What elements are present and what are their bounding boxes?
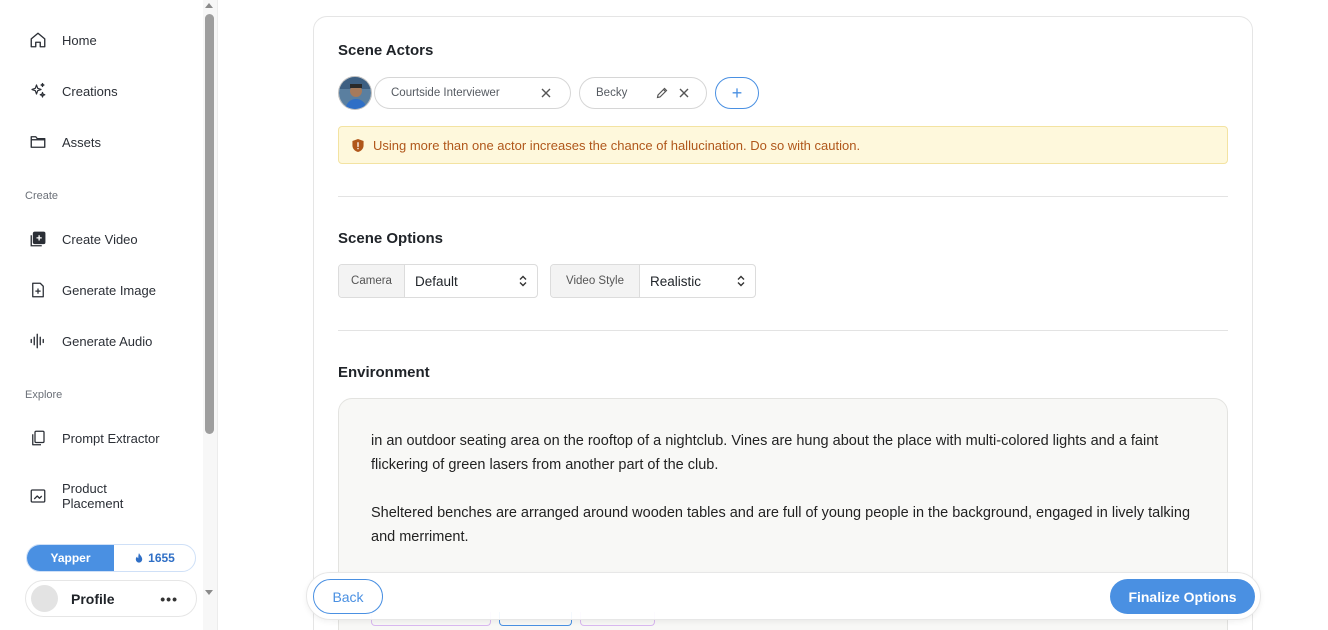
nav-product-placement-label: Product Placement xyxy=(62,481,124,511)
image-frame-icon xyxy=(28,486,48,506)
close-icon[interactable] xyxy=(538,85,554,101)
actor-chip-courtside-interviewer[interactable]: Courtside Interviewer xyxy=(374,77,571,109)
more-options-icon[interactable]: ••• xyxy=(160,591,178,607)
environment-paragraph: in an outdoor seating area on the roofto… xyxy=(371,433,1159,473)
environment-paragraph: Sheltered benches are arranged around wo… xyxy=(371,505,1191,545)
nav-create-video[interactable]: Create Video xyxy=(28,227,138,251)
scene-options-title: Scene Options xyxy=(338,230,444,247)
nav-creations-label: Creations xyxy=(62,83,118,99)
close-icon[interactable] xyxy=(676,85,692,101)
nav-creations[interactable]: Creations xyxy=(28,79,118,103)
warning-text: Using more than one actor increases the … xyxy=(373,137,861,153)
avatar xyxy=(31,585,58,612)
nav-prompt-extractor[interactable]: Prompt Extractor xyxy=(28,426,160,450)
sidebar: Home Creations Assets Create Create Vide… xyxy=(0,0,218,630)
action-bar: Back Finalize Options xyxy=(306,572,1261,620)
section-divider xyxy=(338,330,1228,331)
camera-label: Camera xyxy=(339,265,405,297)
section-explore-label: Explore xyxy=(25,389,63,401)
nav-prompt-extractor-label: Prompt Extractor xyxy=(62,430,160,446)
finalize-options-button[interactable]: Finalize Options xyxy=(1110,579,1255,614)
video-style-select[interactable]: Video Style Realistic xyxy=(550,264,756,298)
camera-value[interactable]: Default xyxy=(405,265,537,297)
scene-actors-title: Scene Actors xyxy=(338,42,434,59)
chevron-up-down-icon xyxy=(519,275,527,287)
add-video-icon xyxy=(28,229,48,249)
plan-pill[interactable]: Yapper 1655 xyxy=(26,544,196,572)
nav-assets[interactable]: Assets xyxy=(28,130,101,154)
video-style-value[interactable]: Realistic xyxy=(640,265,755,297)
video-style-value-text: Realistic xyxy=(650,273,702,289)
credits-badge: 1655 xyxy=(114,545,195,571)
copy-icon xyxy=(28,428,48,448)
credits-count: 1655 xyxy=(148,551,175,565)
scroll-up-arrow-icon[interactable] xyxy=(205,3,213,8)
actor-chip-label: Becky xyxy=(596,87,628,99)
add-actor-button[interactable]: + xyxy=(715,77,759,109)
sidebar-scroll-thumb[interactable] xyxy=(205,14,214,434)
nav-assets-label: Assets xyxy=(62,134,102,150)
nav-create-video-label: Create Video xyxy=(62,231,138,247)
warning-banner: Using more than one actor increases the … xyxy=(338,126,1228,164)
actor-avatar[interactable] xyxy=(338,76,372,110)
section-create-label: Create xyxy=(25,190,59,202)
back-button[interactable]: Back xyxy=(313,579,383,614)
profile-menu[interactable]: Profile ••• xyxy=(25,580,197,617)
scroll-down-arrow-icon[interactable] xyxy=(205,590,213,595)
actor-chip-becky[interactable]: Becky xyxy=(579,77,707,109)
section-divider xyxy=(338,196,1228,197)
chevron-up-down-icon xyxy=(737,275,745,287)
nav-generate-image[interactable]: Generate Image xyxy=(28,278,156,302)
nav-product-placement[interactable]: Product Placement xyxy=(28,481,142,511)
environment-title: Environment xyxy=(338,364,430,381)
home-icon xyxy=(28,30,48,50)
nav-generate-audio-label: Generate Audio xyxy=(62,333,153,349)
shield-alert-icon xyxy=(352,138,364,152)
flame-icon xyxy=(135,552,143,563)
camera-select[interactable]: Camera Default xyxy=(338,264,538,298)
profile-name: Profile xyxy=(71,590,115,607)
pencil-icon[interactable] xyxy=(654,85,670,101)
nav-home-label: Home xyxy=(62,32,97,48)
actor-chip-label: Courtside Interviewer xyxy=(391,87,500,99)
folder-icon xyxy=(28,132,48,152)
plan-name: Yapper xyxy=(27,545,114,571)
audio-wave-icon xyxy=(28,331,48,351)
add-image-icon xyxy=(28,280,48,300)
video-style-label: Video Style xyxy=(551,265,640,297)
nav-generate-audio[interactable]: Generate Audio xyxy=(28,329,152,353)
nav-generate-image-label: Generate Image xyxy=(62,282,156,298)
sparkles-icon xyxy=(28,81,48,101)
camera-value-text: Default xyxy=(415,273,458,289)
nav-home[interactable]: Home xyxy=(28,28,97,52)
